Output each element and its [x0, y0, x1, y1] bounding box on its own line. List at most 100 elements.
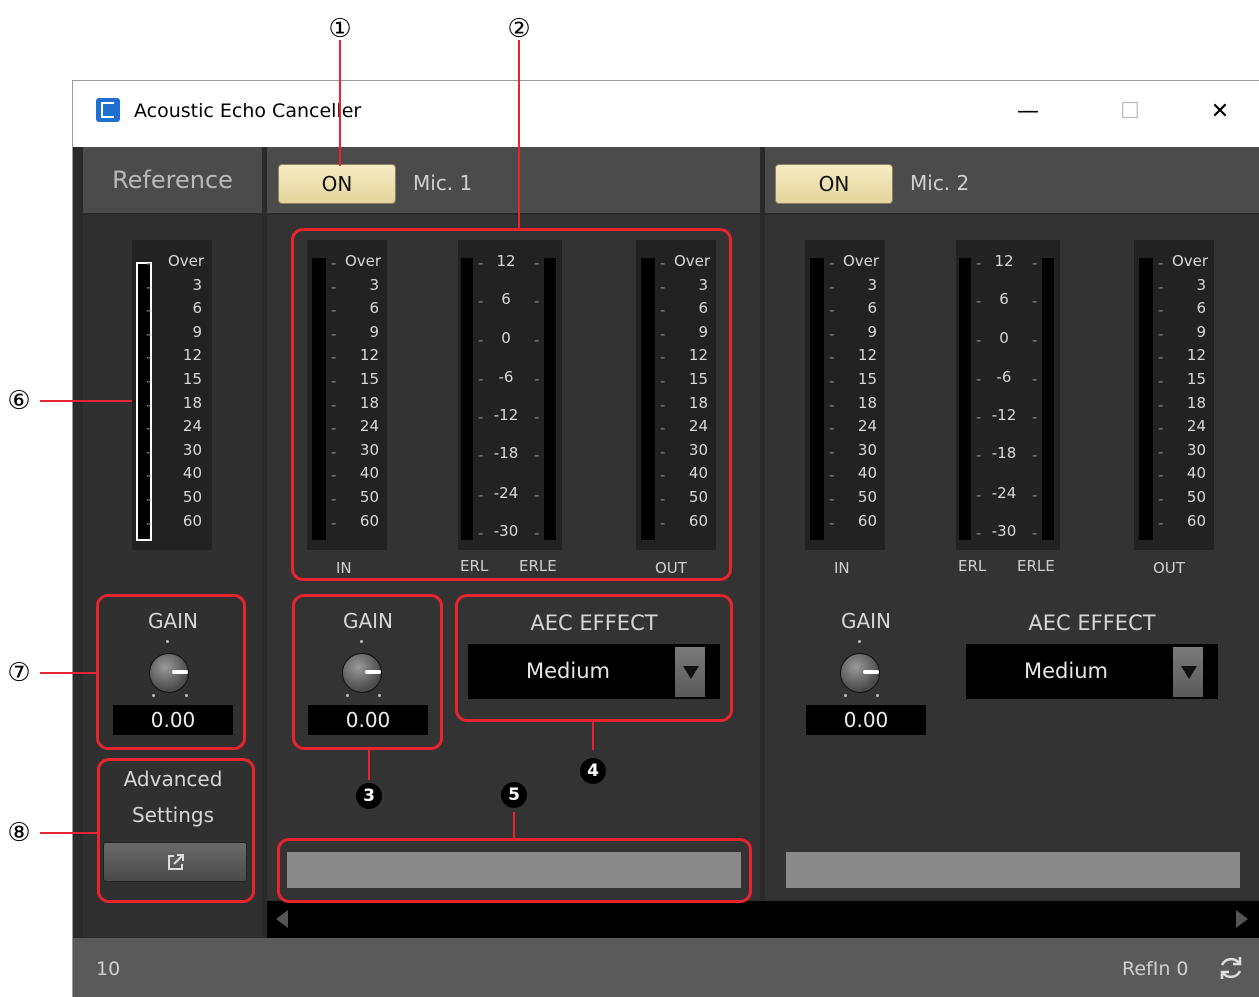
meter-tick-label: 40 — [182, 464, 202, 483]
callout-number-1: ① — [328, 14, 352, 44]
mic2-gain-knob[interactable] — [840, 653, 880, 693]
mic2-gain-label: GAIN — [840, 609, 892, 633]
callout-advanced — [97, 758, 255, 903]
meter-tick-dash: - — [146, 301, 152, 320]
callout-number-8: ⑧ — [7, 818, 31, 848]
meter-bar — [810, 258, 824, 540]
meter-tick-dash: - — [1158, 372, 1164, 390]
meter-tick-dash: - — [146, 372, 152, 390]
callout-number-7: ⑦ — [7, 658, 31, 688]
meter-tick-dash: - — [146, 348, 152, 367]
footer-left-text: 10 — [96, 958, 121, 980]
meter-tick-label: 18 — [857, 393, 877, 412]
callout-line-7 — [40, 672, 96, 674]
callout-line-3 — [368, 750, 370, 780]
callout-aec-effect — [455, 594, 733, 722]
reference-meter: Over -3-6-9-12-15-18-24-30-40-50-60- — [132, 240, 212, 550]
meter-tick-label: 6 — [867, 299, 877, 318]
meter-tick-dash: - — [1158, 395, 1164, 414]
app-logo-icon — [96, 98, 120, 122]
meter-tick-label: 30 — [857, 440, 877, 459]
callout-mic-gain — [292, 594, 443, 750]
erl-tick-dash: - — [1032, 331, 1038, 349]
erl-tick-label: -24 — [991, 484, 1017, 502]
meter-tick-label: 24 — [1186, 417, 1206, 436]
callout-line-6 — [40, 400, 132, 402]
meter-tick-label: 9 — [1196, 322, 1206, 341]
meter-tick-label: Over — [168, 252, 205, 270]
meter-tick-label: 50 — [1186, 488, 1206, 506]
callout-line-5 — [513, 812, 515, 838]
meter-tick-label: Over — [1172, 252, 1209, 270]
erl-tick-label: -12 — [991, 406, 1017, 424]
meter-tick-dash: - — [1158, 277, 1164, 296]
meter-tick-dash: - — [146, 395, 152, 414]
erl-tick-dash: - — [1032, 446, 1038, 464]
reference-title: Reference — [112, 166, 233, 194]
erl-tick-label: -6 — [996, 368, 1012, 386]
refresh-icon[interactable] — [1217, 954, 1245, 982]
meter-tick-dash: - — [1158, 466, 1164, 485]
minimize-button[interactable]: — — [1010, 96, 1046, 128]
knob-scale-dot — [844, 694, 847, 697]
mic1-on-button[interactable]: ON — [278, 164, 396, 204]
meter-erle-label: ERLE — [1017, 557, 1055, 575]
meter-tick-dash: - — [829, 324, 835, 343]
meter-tick-label: 40 — [857, 464, 877, 483]
callout-number-5: 5 — [501, 782, 527, 808]
meter-erl-label: ERL — [958, 557, 987, 575]
erl-tick-dash: - — [1032, 486, 1038, 504]
scroll-left-icon[interactable] — [276, 910, 288, 928]
meter-tick-dash: - — [146, 490, 152, 508]
meter-tick-dash: - — [1158, 490, 1164, 508]
meter-tick-dash: - — [829, 395, 835, 414]
meter-tick-label: 12 — [857, 346, 877, 365]
knob-indicator — [863, 670, 879, 674]
erl-tick-dash: - — [976, 524, 982, 542]
callout-line-8 — [40, 832, 97, 834]
erl-tick-dash: - — [976, 486, 982, 504]
meter-tick-label: 50 — [182, 488, 202, 506]
meter-tick-label: 15 — [182, 370, 202, 388]
mic2-on-button[interactable]: ON — [775, 164, 893, 204]
meter-tick-dash: - — [829, 490, 835, 508]
meter-bar — [1139, 258, 1153, 540]
meter-tick-dash: - — [146, 466, 152, 485]
mic2-gain-value[interactable]: 0.00 — [806, 705, 926, 735]
meter-tick-label: 3 — [192, 275, 202, 294]
callout-status-bar — [277, 838, 752, 903]
footer-refin-text: RefIn 0 — [1122, 958, 1189, 980]
horizontal-scrollbar[interactable] — [267, 901, 1259, 938]
scroll-right-icon[interactable] — [1236, 910, 1248, 928]
meter-tick-dash: - — [829, 442, 835, 461]
erl-tick-label: 0 — [999, 329, 1009, 347]
meter-tick-dash: - — [829, 254, 835, 272]
mic2-aec-select[interactable]: Medium — [966, 644, 1218, 699]
chevron-down-icon[interactable] — [1173, 647, 1203, 697]
close-button[interactable]: ✕ — [1202, 96, 1238, 128]
callout-line-2 — [518, 40, 520, 228]
meter-tick-label: 12 — [182, 346, 202, 365]
meter-tick-label: 3 — [1196, 275, 1206, 294]
maximize-button[interactable]: ☐ — [1112, 96, 1148, 128]
aec-selected-value: Medium — [1024, 659, 1108, 683]
callout-reference-gain — [96, 594, 246, 750]
meter-tick-label: 6 — [1196, 299, 1206, 318]
meter-tick-label: 9 — [192, 322, 202, 341]
callout-number-6: ⑥ — [7, 386, 31, 416]
erl-tick-dash: - — [976, 408, 982, 426]
meter-tick-label: 40 — [1186, 464, 1206, 483]
erl-tick-dash: - — [1032, 254, 1038, 272]
mic2-label: Mic. 2 — [910, 171, 970, 195]
meter-tick-label: 18 — [182, 393, 202, 412]
meter-tick-dash: - — [146, 419, 152, 438]
erl-tick-dash: - — [976, 370, 982, 388]
meter-tick-dash: - — [1158, 419, 1164, 438]
meter-tick-dash: - — [829, 372, 835, 390]
meter-tick-dash: - — [1158, 324, 1164, 343]
meter-tick-dash: - — [146, 442, 152, 461]
meter-tick-label: 30 — [1186, 440, 1206, 459]
meter-tick-label: 15 — [1186, 370, 1206, 388]
erl-tick-dash: - — [976, 446, 982, 464]
reference-meter-scale: Over -3-6-9-12-15-18-24-30-40-50-60- — [146, 252, 208, 544]
